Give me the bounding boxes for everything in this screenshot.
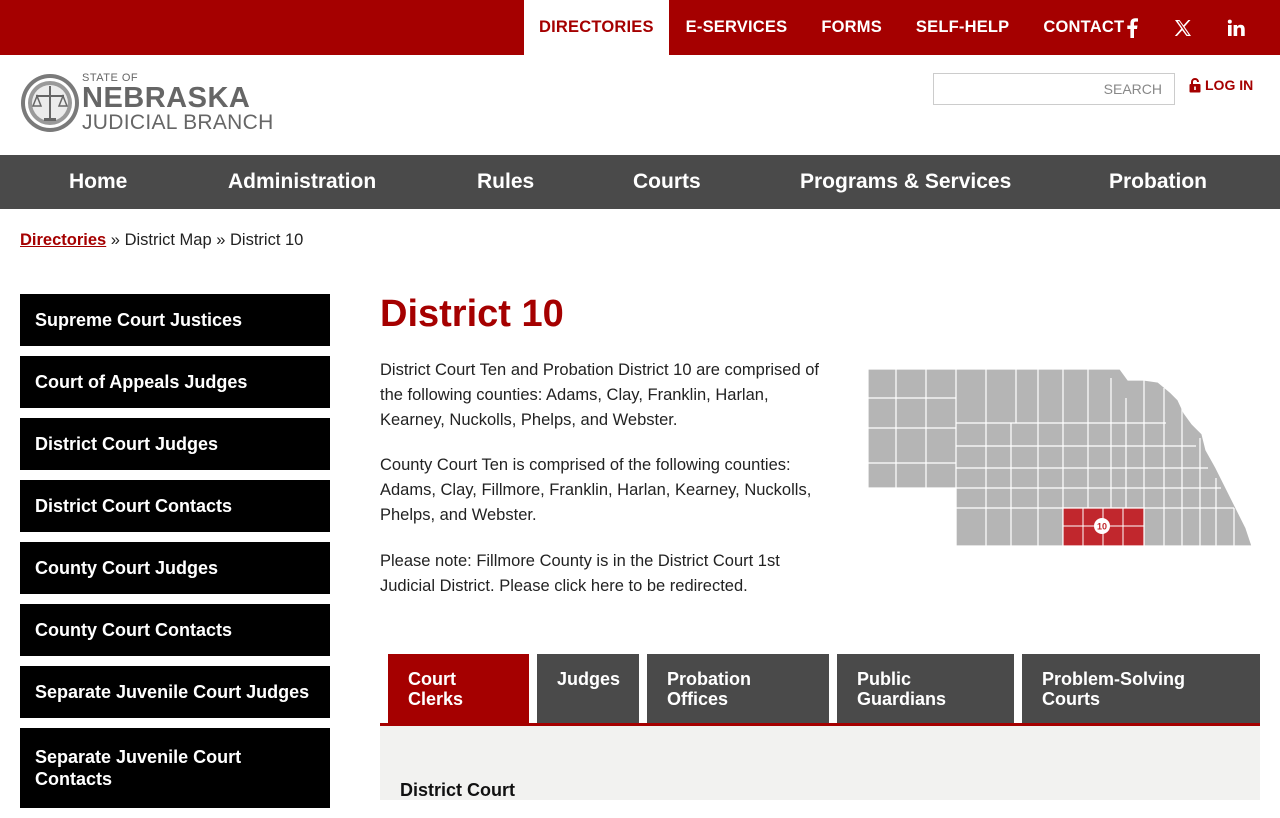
sidebar-item-district-court-judges[interactable]: District Court Judges bbox=[20, 418, 330, 470]
top-nav-forms[interactable]: FORMS bbox=[804, 0, 899, 55]
tab-problem-solving-courts[interactable]: Problem-Solving Courts bbox=[1022, 654, 1260, 723]
tab-panel: District Court bbox=[380, 726, 1260, 800]
site-logo[interactable]: STATE OF NEBRASKA JUDICIAL BRANCH bbox=[20, 72, 280, 136]
sidebar-item-county-court-contacts[interactable]: County Court Contacts bbox=[20, 604, 330, 656]
panel-heading: District Court bbox=[400, 780, 516, 800]
utility-nav: DIRECTORIES E-SERVICES FORMS SELF-HELP C… bbox=[524, 0, 1141, 55]
top-bar: DIRECTORIES E-SERVICES FORMS SELF-HELP C… bbox=[0, 0, 1280, 55]
sidebar-item-separate-juvenile-court-contacts[interactable]: Separate Juvenile Court Contacts bbox=[20, 728, 330, 808]
login-label: LOG IN bbox=[1205, 77, 1254, 93]
top-nav-e-services[interactable]: E-SERVICES bbox=[669, 0, 805, 55]
nav-probation[interactable]: Probation bbox=[1109, 155, 1207, 209]
nebraska-seal-icon bbox=[21, 74, 79, 132]
breadcrumb-directories[interactable]: Directories bbox=[20, 231, 106, 249]
tab-probation-offices[interactable]: Probation Offices bbox=[647, 654, 829, 723]
nav-programs-services[interactable]: Programs & Services bbox=[800, 155, 1011, 209]
tab-judges[interactable]: Judges bbox=[537, 654, 639, 723]
login-link[interactable]: LOG IN bbox=[1189, 77, 1253, 93]
sidebar: Supreme Court Justices Court of Appeals … bbox=[20, 294, 330, 818]
district-description: District Court Ten and Probation Distric… bbox=[380, 361, 819, 429]
logo-nebraska: NEBRASKA bbox=[82, 82, 251, 114]
county-description: County Court Ten is comprised of the fol… bbox=[380, 456, 812, 524]
sidebar-item-separate-juvenile-court-judges[interactable]: Separate Juvenile Court Judges bbox=[20, 666, 330, 718]
sidebar-item-supreme-court-justices[interactable]: Supreme Court Justices bbox=[20, 294, 330, 346]
top-nav-directories[interactable]: DIRECTORIES bbox=[524, 0, 669, 55]
sidebar-item-court-of-appeals-judges[interactable]: Court of Appeals Judges bbox=[20, 356, 330, 408]
breadcrumb-trail: » District Map » District 10 bbox=[106, 231, 304, 249]
nav-rules[interactable]: Rules bbox=[477, 155, 534, 209]
district-map[interactable]: 10 bbox=[866, 368, 1254, 550]
main-nav: Home Administration Rules Courts Program… bbox=[0, 155, 1280, 209]
facebook-icon[interactable] bbox=[1117, 0, 1147, 55]
fillmore-note[interactable]: Please note: Fillmore County is in the D… bbox=[380, 549, 825, 599]
sidebar-item-county-court-judges[interactable]: County Court Judges bbox=[20, 542, 330, 594]
lock-icon bbox=[1189, 77, 1201, 92]
nav-courts[interactable]: Courts bbox=[633, 155, 701, 209]
breadcrumb: Directories » District Map » District 10 bbox=[20, 231, 303, 250]
nav-administration[interactable]: Administration bbox=[228, 155, 376, 209]
linkedin-icon[interactable] bbox=[1221, 0, 1251, 55]
sidebar-item-district-court-contacts[interactable]: District Court Contacts bbox=[20, 480, 330, 532]
page-title: District 10 bbox=[380, 293, 564, 335]
search-input[interactable] bbox=[933, 73, 1175, 105]
nav-home[interactable]: Home bbox=[69, 155, 127, 209]
tab-public-guardians[interactable]: Public Guardians bbox=[837, 654, 1014, 723]
district-tabs: Court Clerks Judges Probation Offices Pu… bbox=[380, 654, 1260, 726]
top-nav-self-help[interactable]: SELF-HELP bbox=[899, 0, 1026, 55]
district-10-label: 10 bbox=[1097, 522, 1107, 532]
x-icon[interactable] bbox=[1168, 0, 1198, 55]
logo-judicial-branch: JUDICIAL BRANCH bbox=[82, 111, 274, 134]
tab-court-clerks[interactable]: Court Clerks bbox=[388, 654, 529, 723]
